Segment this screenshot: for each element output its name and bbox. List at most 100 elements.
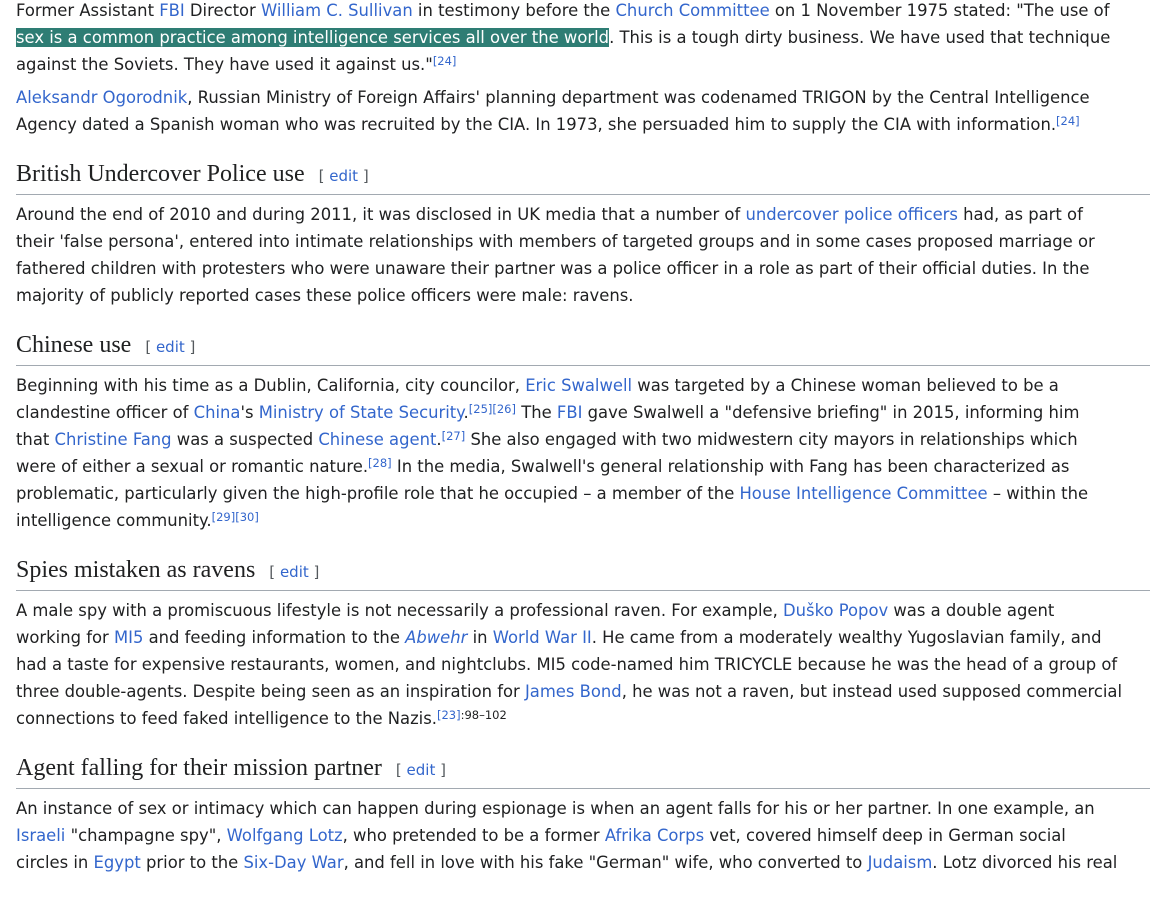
paragraph-agent: An instance of sex or intimacy which can… (16, 795, 1154, 876)
text: , and fell in love with his fake "German… (343, 853, 868, 872)
text: was targeted by a Chinese woman believed… (632, 376, 1059, 395)
edit-section-link: [ edit ] (396, 761, 446, 779)
link-mi5[interactable]: MI5 (114, 628, 143, 647)
link-undercover-police-officers[interactable]: undercover police officers (745, 205, 958, 224)
edit-section-link: [ edit ] (319, 167, 369, 185)
paragraph-sullivan: Former Assistant FBI Director William C.… (16, 0, 1154, 78)
text-line: clandestine officer of China's Ministry … (16, 399, 1154, 426)
link-fbi[interactable]: FBI (557, 403, 583, 422)
text: clandestine officer of (16, 403, 194, 422)
text: , Russian Ministry of Foreign Affairs' p… (187, 88, 1090, 107)
section-heading-spies: Spies mistaken as ravens [ edit ] (16, 554, 1150, 591)
page-numbers: :98–102 (460, 707, 507, 722)
paragraph-chinese: Beginning with his time as a Dublin, Cal… (16, 372, 1154, 534)
highlighted-selection[interactable]: sex is a common practice among intellige… (16, 28, 610, 47)
text: , he was not a raven, but instead used s… (621, 682, 1122, 701)
section-heading-british: British Undercover Police use [ edit ] (16, 158, 1150, 195)
citation-26[interactable]: [26] (492, 402, 516, 416)
citation-27[interactable]: [27] (442, 429, 466, 443)
text: A male spy with a promiscuous lifestyle … (16, 601, 784, 620)
edit-link[interactable]: edit (156, 338, 185, 356)
text: – within the (987, 484, 1089, 503)
link-dusko-popov[interactable]: Duško Popov (783, 601, 888, 620)
text: Director (184, 1, 261, 20)
citation-24[interactable]: [24] (1056, 114, 1080, 128)
text: had, as part of (957, 205, 1083, 224)
link-china[interactable]: China (194, 403, 241, 422)
text-line: An instance of sex or intimacy which can… (16, 799, 1095, 818)
text-line: circles in Egypt prior to the Six-Day Wa… (16, 849, 1154, 876)
text: The (515, 403, 557, 422)
edit-link[interactable]: edit (329, 167, 358, 185)
citation-28[interactable]: [28] (368, 456, 392, 470)
edit-link[interactable]: edit (407, 761, 436, 779)
citation-23[interactable]: [23] (437, 708, 461, 722)
text: She also engaged with two midwestern cit… (465, 430, 1078, 449)
edit-link[interactable]: edit (280, 563, 309, 581)
text: intelligence community. (16, 511, 212, 530)
text-line: were of either a sexual or romantic natu… (16, 453, 1154, 480)
edit-section-link: [ edit ] (145, 338, 195, 356)
bracket: [ (395, 761, 402, 779)
italic-text: Abwehr (405, 628, 468, 647)
link-world-war-ii[interactable]: World War II (493, 628, 592, 647)
text-line: sex is a common practice among intellige… (16, 24, 1154, 51)
bracket: ] (440, 761, 446, 779)
text: in testimony before the (412, 1, 616, 20)
citation-30[interactable]: [30] (235, 510, 259, 524)
article-content: Former Assistant FBI Director William C.… (16, 0, 1154, 884)
bracket: [ (145, 338, 152, 356)
text-line: their 'false persona', entered into inti… (16, 232, 1095, 251)
text-line: Agency dated a Spanish woman who was rec… (16, 111, 1154, 138)
link-egypt[interactable]: Egypt (94, 853, 141, 872)
text-line: that Christine Fang was a suspected Chin… (16, 426, 1154, 453)
link-house-intelligence-committee[interactable]: House Intelligence Committee (739, 484, 987, 503)
citation-25[interactable]: [25] (469, 402, 493, 416)
link-fbi[interactable]: FBI (159, 1, 185, 20)
text: Around the end of 2010 and during 2011, … (16, 205, 746, 224)
text-line: Aleksandr Ogorodnik, Russian Ministry of… (16, 84, 1154, 111)
edit-section-link: [ edit ] (269, 563, 319, 581)
link-israeli[interactable]: Israeli (16, 826, 65, 845)
text: and feeding information to the (143, 628, 406, 647)
section-title: Spies mistaken as ravens (16, 557, 256, 583)
link-ministry-of-state-security[interactable]: Ministry of State Security (259, 403, 464, 422)
text-line: against the Soviets. They have used it a… (16, 51, 1154, 78)
paragraph-british: Around the end of 2010 and during 2011, … (16, 201, 1154, 309)
link-church-committee[interactable]: Church Committee (615, 1, 769, 20)
citation-24[interactable]: [24] (433, 54, 457, 68)
text-line: problematic, particularly given the high… (16, 480, 1154, 507)
text-line: A male spy with a promiscuous lifestyle … (16, 597, 1154, 624)
text: Beginning with his time as a Dublin, Cal… (16, 376, 526, 395)
link-christine-fang[interactable]: Christine Fang (55, 430, 172, 449)
text: connections to feed faked intelligence t… (16, 709, 437, 728)
link-afrika-corps[interactable]: Afrika Corps (605, 826, 704, 845)
section-title: Chinese use (16, 332, 132, 358)
paragraph-ogorodnik: Aleksandr Ogorodnik, Russian Ministry of… (16, 84, 1154, 138)
text: gave Swalwell a "defensive briefing" in … (582, 403, 1080, 422)
section-title: British Undercover Police use (16, 161, 305, 187)
text: was a suspected (171, 430, 319, 449)
text-line: working for MI5 and feeding information … (16, 624, 1154, 651)
text: three double-agents. Despite being seen … (16, 682, 525, 701)
text: on 1 November 1975 stated: "The use of (769, 1, 1110, 20)
text: was a double agent (888, 601, 1055, 620)
text-line: had a taste for expensive restaurants, w… (16, 655, 1118, 674)
link-judaism[interactable]: Judaism (868, 853, 933, 872)
link-six-day-war[interactable]: Six-Day War (243, 853, 343, 872)
text: were of either a sexual or romantic natu… (16, 457, 369, 476)
text-line: three double-agents. Despite being seen … (16, 678, 1154, 705)
section-title: Agent falling for their mission partner (16, 755, 382, 781)
text-line: Beginning with his time as a Dublin, Cal… (16, 372, 1154, 399)
link-aleksandr-ogorodnik[interactable]: Aleksandr Ogorodnik (16, 88, 187, 107)
text: 's (240, 403, 259, 422)
link-wolfgang-lotz[interactable]: Wolfgang Lotz (227, 826, 343, 845)
link-abwehr[interactable]: Abwehr (405, 628, 467, 647)
link-eric-swalwell[interactable]: Eric Swalwell (525, 376, 632, 395)
link-james-bond[interactable]: James Bond (525, 682, 622, 701)
text: , who pretended to be a former (342, 826, 605, 845)
citation-29[interactable]: [29] (212, 510, 236, 524)
text: In the media, Swalwell's general relatio… (391, 457, 1070, 476)
link-william-c-sullivan[interactable]: William C. Sullivan (261, 1, 413, 20)
link-chinese-agent[interactable]: Chinese agent (318, 430, 436, 449)
